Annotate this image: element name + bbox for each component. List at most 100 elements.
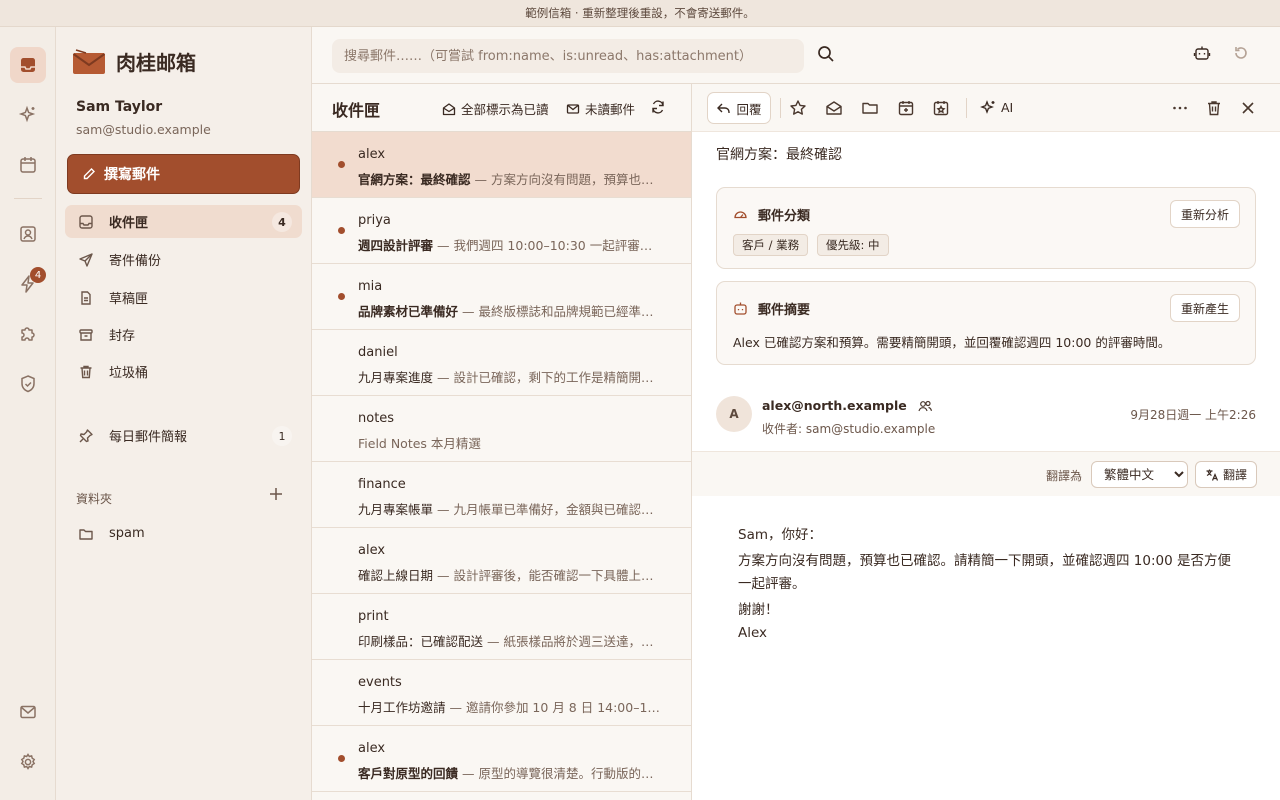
close-icon[interactable] bbox=[1239, 99, 1257, 117]
rail-divider bbox=[14, 198, 42, 199]
message-row[interactable]: notes Field Notes 本月精選 bbox=[312, 396, 691, 462]
body-signature: Alex bbox=[738, 625, 768, 641]
message-snippet: — 九月帳單已準備好，金額與已確認的預算相符。 bbox=[436, 502, 662, 517]
message-preview: 週四設計評審 — 我們週四 10:00–10:30 一起評審官網方案。 bbox=[358, 235, 662, 254]
nav-sent[interactable]: 寄件備份 bbox=[65, 243, 302, 276]
list-title: 收件匣 bbox=[332, 101, 381, 120]
rail-mail-button[interactable] bbox=[10, 47, 46, 83]
delete-icon[interactable] bbox=[1205, 99, 1223, 117]
nav-inbox-count: 4 bbox=[272, 212, 292, 232]
unread-filter-button[interactable]: 未讀郵件 bbox=[566, 99, 635, 118]
nav-drafts[interactable]: 草稿匣 bbox=[65, 281, 302, 314]
reanalyze-button[interactable]: 重新分析 bbox=[1169, 200, 1240, 228]
rail-contacts-button[interactable] bbox=[10, 216, 46, 252]
compose-button[interactable]: 撰寫郵件 bbox=[67, 154, 300, 194]
translate-button[interactable]: 翻譯 bbox=[1195, 461, 1257, 488]
rail-calendar-button[interactable] bbox=[10, 147, 46, 183]
recipient: 收件者: sam@studio.example bbox=[762, 422, 936, 436]
message-row[interactable]: alex 確認上線日期 — 設計評審後，能否確認一下具體上線日期？ bbox=[312, 528, 691, 594]
message-row[interactable]: mia 品牌素材已準備好 — 最終版標誌和品牌規範已經準備好。 bbox=[312, 264, 691, 330]
more-icon[interactable] bbox=[1171, 99, 1189, 117]
add-folder-button[interactable] bbox=[268, 486, 284, 502]
undo-icon[interactable] bbox=[1232, 44, 1250, 62]
mark-all-read-button[interactable]: 全部標示為已讀 bbox=[442, 99, 549, 118]
message-row[interactable]: events 十月工作坊邀請 — 邀請你參加 10 月 8 日 14:00–16:… bbox=[312, 660, 691, 726]
message-snippet: — 設計已確認，剩下的工作是精簡開頭。 bbox=[433, 370, 662, 385]
reply-button[interactable]: 回覆 bbox=[707, 92, 771, 124]
message-row[interactable]: print 印刷樣品：已確認配送 — 紙張樣品將於週三送達，請留意。 bbox=[312, 594, 691, 660]
message-subject: 十月工作坊邀請 bbox=[358, 700, 446, 715]
nav-sent-label: 寄件備份 bbox=[109, 254, 162, 269]
app-name: 肉桂邮箱 bbox=[116, 51, 196, 75]
refresh-button[interactable] bbox=[650, 99, 666, 115]
sender-address: alex@north.example bbox=[762, 398, 907, 413]
message-sender: alex bbox=[358, 741, 386, 756]
message-subject: 九月專案帳單 bbox=[358, 502, 434, 517]
search-icon[interactable] bbox=[816, 44, 836, 64]
body-thanks: 謝謝！ bbox=[738, 602, 779, 618]
regenerate-button[interactable]: 重新產生 bbox=[1169, 294, 1240, 322]
message-row[interactable]: priya 週四設計評審 — 我們週四 10:00–10:30 一起評審官網方案。 bbox=[312, 198, 691, 264]
mark-all-read-label: 全部標示為已讀 bbox=[461, 102, 549, 117]
send-icon bbox=[77, 252, 95, 268]
rail-security-button[interactable] bbox=[10, 366, 46, 402]
schedule-icon[interactable] bbox=[932, 99, 950, 117]
message-sender: alex bbox=[358, 147, 386, 162]
message-row[interactable]: alex 官網方案：最終確認 — 方案方向沒有問題，預算也已確認。 bbox=[312, 132, 691, 198]
message-snippet: — 原型的導覽很清楚。行動版的細節還需要調整。 bbox=[461, 766, 662, 781]
search-input[interactable] bbox=[332, 39, 804, 73]
rail-settings-button[interactable] bbox=[10, 744, 46, 780]
sparkle-icon bbox=[980, 99, 997, 116]
account-email: sam@studio.example bbox=[76, 122, 211, 137]
snooze-calendar-icon[interactable] bbox=[897, 99, 915, 117]
contacts-icon bbox=[18, 224, 38, 244]
star-icon[interactable] bbox=[789, 99, 807, 117]
calendar-icon bbox=[18, 155, 38, 175]
message-row[interactable]: daniel 九月專案進度 — 設計已確認，剩下的工作是精簡開頭。 bbox=[312, 330, 691, 396]
message-sender: daniel bbox=[358, 345, 398, 360]
robot-icon bbox=[733, 301, 748, 316]
body-greeting: Sam，你好： bbox=[738, 527, 822, 543]
language-select[interactable]: 繁體中文 bbox=[1091, 461, 1188, 488]
message-sender: notes bbox=[358, 411, 395, 426]
sender-row: A alex@north.example 收件者: sam@studio.exa… bbox=[692, 382, 1280, 452]
avatar: A bbox=[716, 396, 752, 432]
sender[interactable]: alex@north.example bbox=[762, 398, 933, 413]
translate-label: 翻譯為 bbox=[1046, 469, 1083, 483]
rail-mail-outline-button[interactable] bbox=[10, 694, 46, 730]
sparkle-icon bbox=[18, 105, 38, 125]
rail-ai-button[interactable] bbox=[10, 97, 46, 133]
message-list: 收件匣 全部標示為已讀 未讀郵件 alex 官網方案：最終確認 — 方案方向沒有問… bbox=[312, 84, 692, 800]
rail-automation-button[interactable]: 4 bbox=[10, 266, 46, 302]
contacts-icon[interactable] bbox=[917, 399, 933, 413]
message-subject: Field Notes 本月精選 bbox=[358, 436, 481, 451]
ai-button[interactable]: AI bbox=[980, 99, 1013, 116]
toolbar-divider bbox=[966, 98, 967, 118]
message-row[interactable]: finance 九月專案帳單 — 九月帳單已準備好，金額與已確認的預算相符。 bbox=[312, 462, 691, 528]
message-snippet: — 紙張樣品將於週三送達，請留意。 bbox=[486, 634, 662, 649]
priority-tag: 優先級: 中 bbox=[817, 234, 889, 256]
folder-spam[interactable]: spam bbox=[65, 517, 302, 550]
message-preview: 印刷樣品：已確認配送 — 紙張樣品將於週三送達，請留意。 bbox=[358, 631, 662, 650]
bot-icon[interactable] bbox=[1193, 44, 1211, 62]
envelope-open-icon bbox=[442, 102, 456, 116]
category-title: 郵件分類 bbox=[758, 209, 811, 224]
nav-inbox[interactable]: 收件匣 4 bbox=[65, 205, 302, 238]
message-sender: print bbox=[358, 609, 389, 624]
message-subject: 週四設計評審 bbox=[358, 238, 434, 253]
translate-bar: 翻譯為 繁體中文 翻譯 bbox=[692, 452, 1280, 496]
message-snippet: — 邀請你參加 10 月 8 日 14:00–16:00 的工作坊。 bbox=[449, 700, 662, 715]
account-name: Sam Taylor bbox=[76, 99, 163, 115]
mark-read-icon[interactable] bbox=[825, 99, 843, 117]
message-preview: 九月專案進度 — 設計已確認，剩下的工作是精簡開頭。 bbox=[358, 367, 662, 386]
envelope-icon bbox=[566, 102, 580, 116]
nav-daily-digest[interactable]: 每日郵件簡報 1 bbox=[65, 419, 302, 452]
gear-icon bbox=[18, 752, 38, 772]
move-folder-icon[interactable] bbox=[861, 99, 879, 117]
message-row[interactable]: alex 客戶對原型的回饋 — 原型的導覽很清楚。行動版的細節還需要調整。 bbox=[312, 726, 691, 792]
gauge-icon bbox=[733, 207, 748, 222]
nav-archive[interactable]: 封存 bbox=[65, 318, 302, 351]
rail-plugins-button[interactable] bbox=[10, 316, 46, 352]
message-subject: 品牌素材已準備好 bbox=[358, 304, 459, 319]
nav-trash[interactable]: 垃圾桶 bbox=[65, 355, 302, 388]
